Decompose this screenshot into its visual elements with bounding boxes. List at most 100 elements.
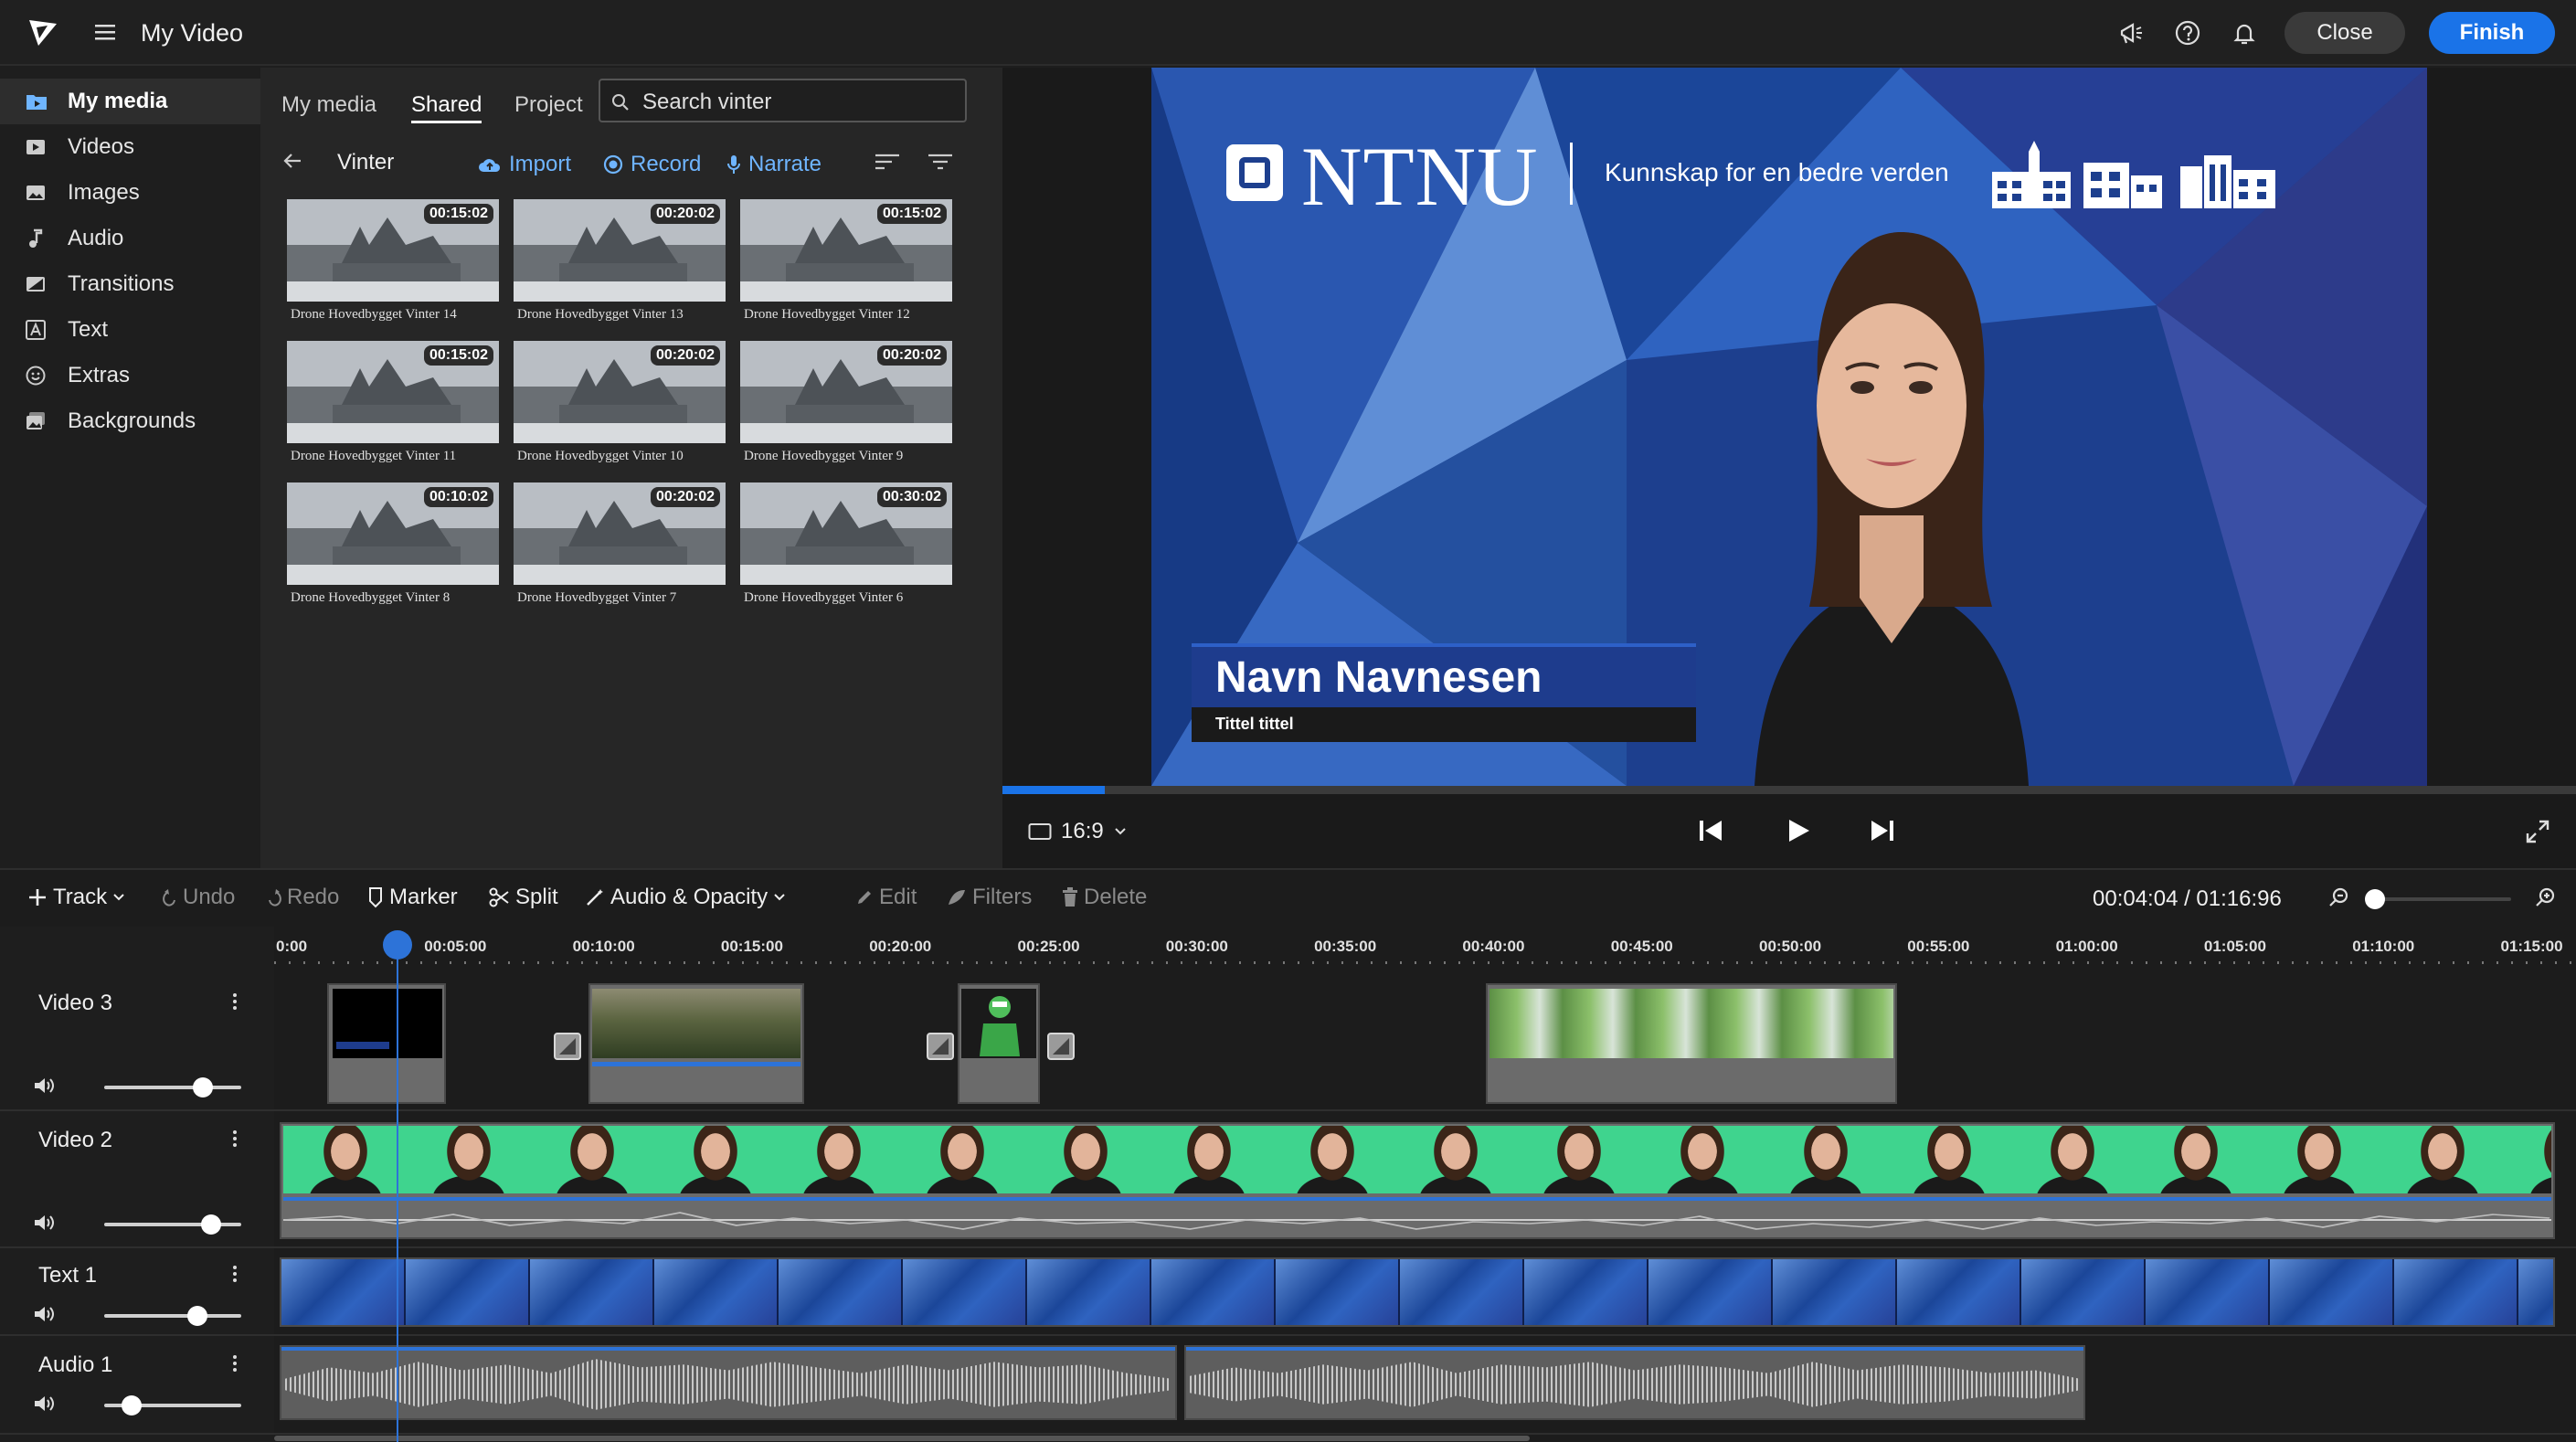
sidebar: My media Videos Images Audio Transitions… xyxy=(0,68,260,868)
volume-slider-handle[interactable] xyxy=(122,1395,142,1415)
search-input[interactable]: Search vinter xyxy=(642,90,771,115)
volume-icon[interactable] xyxy=(33,1394,55,1413)
track-options-icon[interactable] xyxy=(232,1265,238,1283)
close-button[interactable]: Close xyxy=(2284,12,2405,54)
filters-button[interactable]: Filters xyxy=(947,885,1032,910)
transition-icon[interactable] xyxy=(554,1033,581,1060)
track-lane-video-3[interactable] xyxy=(274,974,2576,1111)
sidebar-item-backgrounds[interactable]: Backgrounds xyxy=(0,398,260,444)
ruler-minor-ticks xyxy=(274,961,2576,964)
track-header-video-2: Video 2 xyxy=(0,1111,274,1248)
sidebar-item-videos[interactable]: Videos xyxy=(0,124,260,170)
track-options-icon[interactable] xyxy=(232,992,238,1011)
media-thumbnail[interactable]: 00:15:02 Drone Hovedbygget Vinter 14 xyxy=(287,199,499,329)
volume-slider-handle[interactable] xyxy=(201,1214,221,1235)
clip[interactable] xyxy=(327,983,446,1104)
sidebar-item-images[interactable]: Images xyxy=(0,170,260,216)
transition-icon[interactable] xyxy=(1047,1033,1075,1060)
timeline-scrollbar[interactable] xyxy=(274,1435,2576,1442)
media-thumbnail[interactable]: 00:15:02 Drone Hovedbygget Vinter 12 xyxy=(740,199,952,329)
record-button[interactable]: Record xyxy=(603,152,701,177)
track-options-icon[interactable] xyxy=(232,1129,238,1148)
add-track-button[interactable]: Track xyxy=(27,885,125,910)
volume-slider-handle[interactable] xyxy=(193,1077,213,1097)
import-button[interactable]: Import xyxy=(478,152,571,177)
zoom-slider-handle[interactable] xyxy=(2365,889,2385,909)
timeline-ruler[interactable]: 0:00 00:05:00 00:10:00 00:15:00 00:20:00 00:2… xyxy=(274,927,2576,974)
transition-icon xyxy=(27,277,45,292)
filter-icon[interactable] xyxy=(928,154,953,170)
app-logo-icon[interactable] xyxy=(27,18,58,48)
play-icon[interactable] xyxy=(1785,817,1812,844)
clip[interactable] xyxy=(958,983,1040,1104)
narrate-button[interactable]: Narrate xyxy=(726,152,822,177)
delete-button[interactable]: Delete xyxy=(1062,885,1147,910)
volume-slider-track[interactable] xyxy=(104,1086,241,1089)
help-icon[interactable] xyxy=(2175,20,2200,46)
volume-icon[interactable] xyxy=(33,1305,55,1323)
notifications-bell-icon[interactable] xyxy=(2231,20,2257,46)
zoom-in-icon[interactable] xyxy=(2535,886,2557,908)
media-thumbnail[interactable]: 00:10:02 Drone Hovedbygget Vinter 8 xyxy=(287,482,499,612)
media-thumbnail[interactable]: 00:20:02 Drone Hovedbygget Vinter 9 xyxy=(740,341,952,471)
track-lane-video-2[interactable] xyxy=(274,1111,2576,1248)
video-frame[interactable]: NTNU Kunnskap for en bedre verden Navn N… xyxy=(1151,68,2427,786)
media-thumbnail[interactable]: 00:20:02 Drone Hovedbygget Vinter 7 xyxy=(514,482,726,612)
volume-slider-handle[interactable] xyxy=(187,1306,207,1326)
sidebar-item-extras[interactable]: Extras xyxy=(0,353,260,398)
aspect-ratio-select[interactable]: 16:9 xyxy=(1028,819,1128,844)
split-button[interactable]: Split xyxy=(488,885,558,910)
tab-my-media[interactable]: My media xyxy=(281,92,376,118)
track-options-icon[interactable] xyxy=(232,1354,238,1373)
thumbnail-caption: Drone Hovedbygget Vinter 14 xyxy=(291,307,457,322)
volume-slider-track[interactable] xyxy=(104,1314,241,1318)
skip-forward-icon[interactable] xyxy=(1869,817,1896,844)
playhead-handle[interactable] xyxy=(383,930,412,960)
thumbnail-caption: Drone Hovedbygget Vinter 9 xyxy=(744,449,904,463)
back-arrow-icon[interactable] xyxy=(282,152,302,170)
zoom-slider[interactable] xyxy=(2367,897,2511,901)
skip-back-icon[interactable] xyxy=(1697,817,1724,844)
smiley-icon xyxy=(26,366,46,386)
fullscreen-icon[interactable] xyxy=(2525,819,2550,844)
sidebar-item-my-media[interactable]: My media xyxy=(0,79,260,124)
chevron-down-icon xyxy=(774,894,785,901)
finish-button[interactable]: Finish xyxy=(2429,12,2555,54)
clip[interactable] xyxy=(588,983,804,1104)
track-lane-text-1[interactable] xyxy=(274,1248,2576,1336)
edit-button[interactable]: Edit xyxy=(855,885,917,910)
music-note-icon xyxy=(29,228,43,248)
sidebar-item-text[interactable]: Text xyxy=(0,307,260,353)
clip[interactable] xyxy=(1486,983,1897,1104)
media-thumbnail[interactable]: 00:20:02 Drone Hovedbygget Vinter 13 xyxy=(514,199,726,329)
sidebar-item-audio[interactable]: Audio xyxy=(0,216,260,261)
undo-button[interactable]: Undo xyxy=(163,885,235,910)
ruler-tick-label: 01:05:00 xyxy=(2203,938,2266,955)
marker-button[interactable]: Marker xyxy=(367,885,458,910)
track-lane-audio-1[interactable] xyxy=(274,1336,2576,1435)
tab-project[interactable]: Project xyxy=(514,92,583,118)
menu-icon[interactable] xyxy=(95,23,115,41)
clip[interactable] xyxy=(280,1257,2555,1327)
volume-icon[interactable] xyxy=(33,1214,55,1232)
redo-button[interactable]: Redo xyxy=(267,885,339,910)
clip[interactable] xyxy=(280,1122,2555,1239)
folder-name: Vinter xyxy=(337,150,395,175)
duration-badge: 00:15:02 xyxy=(423,345,493,366)
audio-opacity-button[interactable]: Audio & Opacity xyxy=(585,885,786,910)
media-thumbnail[interactable]: 00:20:02 Drone Hovedbygget Vinter 10 xyxy=(514,341,726,471)
audio-clip[interactable] xyxy=(1184,1345,2085,1420)
zoom-out-icon[interactable] xyxy=(2328,886,2350,908)
media-thumbnail[interactable]: 00:15:02 Drone Hovedbygget Vinter 11 xyxy=(287,341,499,471)
search-box[interactable]: Search vinter xyxy=(599,79,967,122)
playback-progress-bar[interactable] xyxy=(1002,786,2576,794)
transition-icon[interactable] xyxy=(927,1033,954,1060)
feedback-icon[interactable] xyxy=(2118,20,2144,46)
media-thumbnail[interactable]: 00:30:02 Drone Hovedbygget Vinter 6 xyxy=(740,482,952,612)
audio-clip[interactable] xyxy=(280,1345,1177,1420)
tab-shared[interactable]: Shared xyxy=(411,92,482,118)
volume-icon[interactable] xyxy=(33,1076,55,1095)
sort-icon[interactable] xyxy=(875,154,900,170)
timeline-scrollbar-thumb[interactable] xyxy=(274,1436,1530,1441)
sidebar-item-transitions[interactable]: Transitions xyxy=(0,261,260,307)
